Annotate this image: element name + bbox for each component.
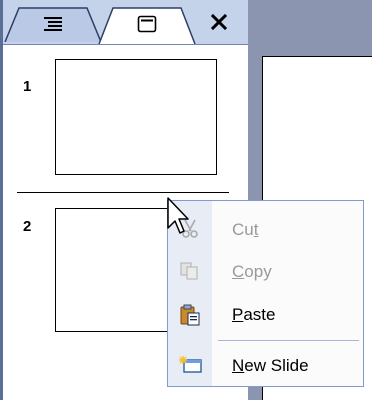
- mouse-pointer-icon: [166, 196, 190, 236]
- close-pane-button[interactable]: [207, 10, 231, 34]
- context-menu: Cut Copy Paste New Slide: [167, 200, 364, 387]
- menu-item-label: Copy: [232, 262, 272, 281]
- slide-number-1: 1: [23, 78, 32, 95]
- slide-thumbnail-1[interactable]: [55, 59, 217, 175]
- tab-outline[interactable]: [3, 6, 103, 42]
- menu-item-label: Cut: [232, 220, 259, 239]
- menu-item-label: Paste: [232, 305, 276, 324]
- slide-number-2: 2: [23, 218, 32, 235]
- new-slide-icon: [179, 355, 202, 375]
- menu-item-label: New Slide: [232, 356, 309, 375]
- menu-item-cut[interactable]: Cut: [168, 211, 365, 247]
- paste-clipboard-icon: [179, 304, 201, 326]
- close-icon: [207, 13, 231, 38]
- copy-icon: [179, 261, 201, 281]
- tab-slides[interactable]: [97, 6, 197, 44]
- pane-tab-strip: [3, 0, 248, 45]
- menu-item-paste[interactable]: Paste: [168, 296, 365, 332]
- insertion-divider: [17, 192, 229, 193]
- menu-separator: [218, 340, 359, 341]
- menu-item-new-slide[interactable]: New Slide: [168, 347, 365, 383]
- menu-item-copy[interactable]: Copy: [168, 253, 365, 289]
